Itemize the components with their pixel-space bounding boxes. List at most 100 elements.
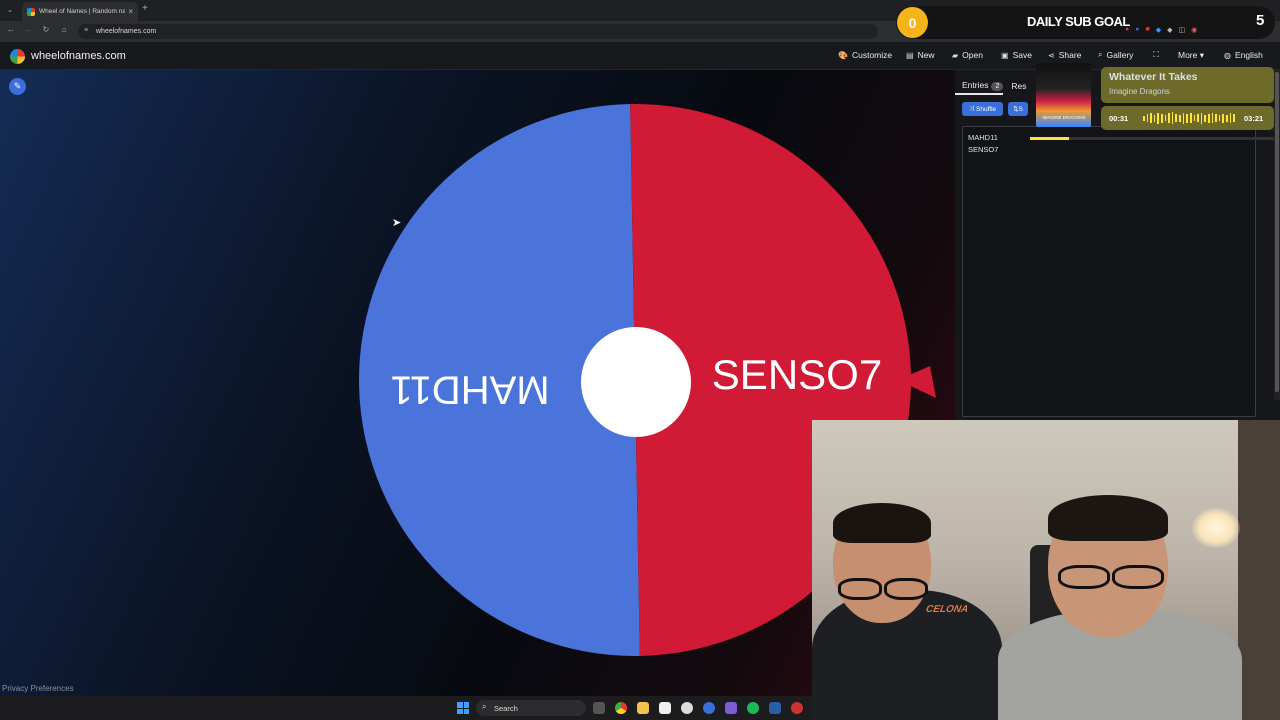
sub-count-badge: 0 [897,7,928,38]
app-icon[interactable] [769,702,781,714]
file-explorer-icon[interactable] [637,702,649,714]
extensions-puzzle-icon[interactable]: ◫ [1178,26,1185,34]
extension-icon[interactable]: ■ [1145,26,1149,34]
sort-button[interactable]: ⇅ S [1008,102,1028,116]
globe-icon: ◍ [1224,50,1231,60]
webcam-lamp [1192,508,1240,548]
equalizer-bar [1146,114,1149,122]
search-icon: ⌕ [482,702,487,711]
time-total: 03:21 [1244,114,1264,123]
shuffle-button[interactable]: ⤨ Shuffle [962,102,1003,116]
obs-icon[interactable] [791,702,803,714]
browser-extension-icons: ● ● ■ ◆ ◆ ◫ ◉ [1125,26,1197,34]
equalizer-bar [1143,115,1145,121]
sub-goal-label: DAILY SUB GOAL [1027,14,1130,29]
person-right-glasses [1112,565,1164,589]
wheel-label-senso7: SENSO7 [712,351,882,398]
calendar-app-icon[interactable] [659,702,671,714]
forward-arrow-icon[interactable]: → [22,25,34,34]
back-arrow-icon[interactable]: ← [5,25,17,34]
equalizer-bar [1193,115,1196,121]
equalizer-bars [1143,112,1235,124]
equalizer-bar [1200,112,1203,124]
daily-sub-goal-overlay: 0 DAILY SUB GOAL 5 [896,6,1275,39]
sort-label: S [1018,105,1023,113]
more-menu-button[interactable]: More ▾ [1178,50,1204,61]
wheel-favicon-icon [27,7,35,16]
entries-textarea[interactable]: MAHD11 SENSO7 [962,126,1256,417]
equalizer-bar [1226,114,1228,122]
equalizer-bar [1179,114,1181,122]
entries-count-badge: 2 [991,82,1004,91]
tab-search-chevron-icon[interactable]: ⌄ [4,4,16,16]
equalizer-bar [1157,112,1160,124]
extension-icon[interactable]: ● [1135,26,1139,34]
extension-icon[interactable]: ● [1125,26,1129,34]
song-title: Whatever It Takes [1109,71,1198,83]
tab-entries-label: Entries [962,80,989,90]
share-button[interactable]: ⋖ Share [1048,50,1081,60]
person-right-glasses [1058,565,1110,589]
windows-start-icon[interactable] [457,702,469,714]
reload-icon[interactable]: ↻ [40,25,52,34]
wheel-label-mahd11: MAHD11 [390,367,549,411]
gallery-button[interactable]: ⌕ Gallery [1098,50,1133,60]
url-input[interactable]: ≡ wheelofnames.com [78,24,878,39]
site-name[interactable]: wheelofnames.com [31,50,126,62]
edit-pencil-button[interactable]: ✎ [9,78,26,95]
shuffle-icon: ⤨ [968,105,975,112]
language-label: English [1234,50,1263,60]
person-right-hair [1048,495,1168,541]
equalizer-bar [1229,113,1232,123]
new-label: New [917,50,935,60]
pencil-icon: ✎ [13,81,22,91]
song-artist: Imagine Dragons [1109,87,1170,96]
tab-close-icon[interactable]: × [128,7,133,16]
home-icon[interactable]: ⌂ [58,25,70,34]
profile-avatar-icon[interactable]: ◉ [1191,26,1197,34]
folder-icon: ▰ [952,50,959,60]
equalizer-bar [1150,113,1152,123]
share-label: Share [1058,50,1082,60]
save-button[interactable]: ▣ Save [1001,50,1032,60]
equalizer-bar [1215,114,1217,122]
extension-icon[interactable]: ◆ [1156,26,1161,34]
page-scrollbar-thumb[interactable] [1275,72,1279,392]
task-view-icon[interactable] [593,702,605,714]
album-art: IMAGINE DRAGONS [1036,63,1091,127]
tab-title: Wheel of Names | Random nam [39,8,126,15]
tab-results[interactable]: Res [1011,81,1026,91]
tab-entries[interactable]: Entries 2 [962,80,1004,91]
privacy-preferences-link[interactable]: Privacy Preferences [2,684,74,693]
site-info-icon[interactable]: ≡ [84,27,88,34]
shuffle-label: Shuffle [976,105,997,113]
open-button[interactable]: ▰ Open [952,50,983,60]
app-icon[interactable] [681,702,693,714]
new-tab-button[interactable]: + [142,3,148,14]
equalizer-bar [1164,115,1167,121]
wheel-pointer-icon [898,366,936,398]
extension-icon[interactable]: ◆ [1167,26,1172,34]
customize-label: Customize [851,50,893,60]
equalizer-bar [1189,113,1192,123]
person-left-glasses [884,578,928,600]
equalizer-bar [1222,113,1225,123]
save-label: Save [1012,50,1032,60]
browser-tab[interactable]: Wheel of Names | Random nam × [22,2,138,21]
app-icon[interactable] [703,702,715,714]
taskbar-search[interactable]: ⌕ Search [476,700,586,716]
album-band-text: IMAGINE DRAGONS [1042,115,1086,120]
equalizer-bar [1186,113,1188,123]
wheel-logo-icon[interactable] [10,49,25,64]
sub-goal-target: 5 [1256,12,1265,29]
app-icon[interactable] [725,702,737,714]
spotify-icon[interactable] [747,702,759,714]
active-tab-indicator [955,93,1003,95]
chrome-icon[interactable] [615,702,627,714]
customize-button[interactable]: 🎨 Customize [838,50,892,60]
new-button[interactable]: ▤ New [906,50,935,60]
language-button[interactable]: ◍ English [1224,50,1263,60]
song-progress-fill [1030,137,1070,140]
wheel-center-hub[interactable] [581,327,691,437]
fullscreen-button[interactable]: ⛶ [1153,50,1159,60]
